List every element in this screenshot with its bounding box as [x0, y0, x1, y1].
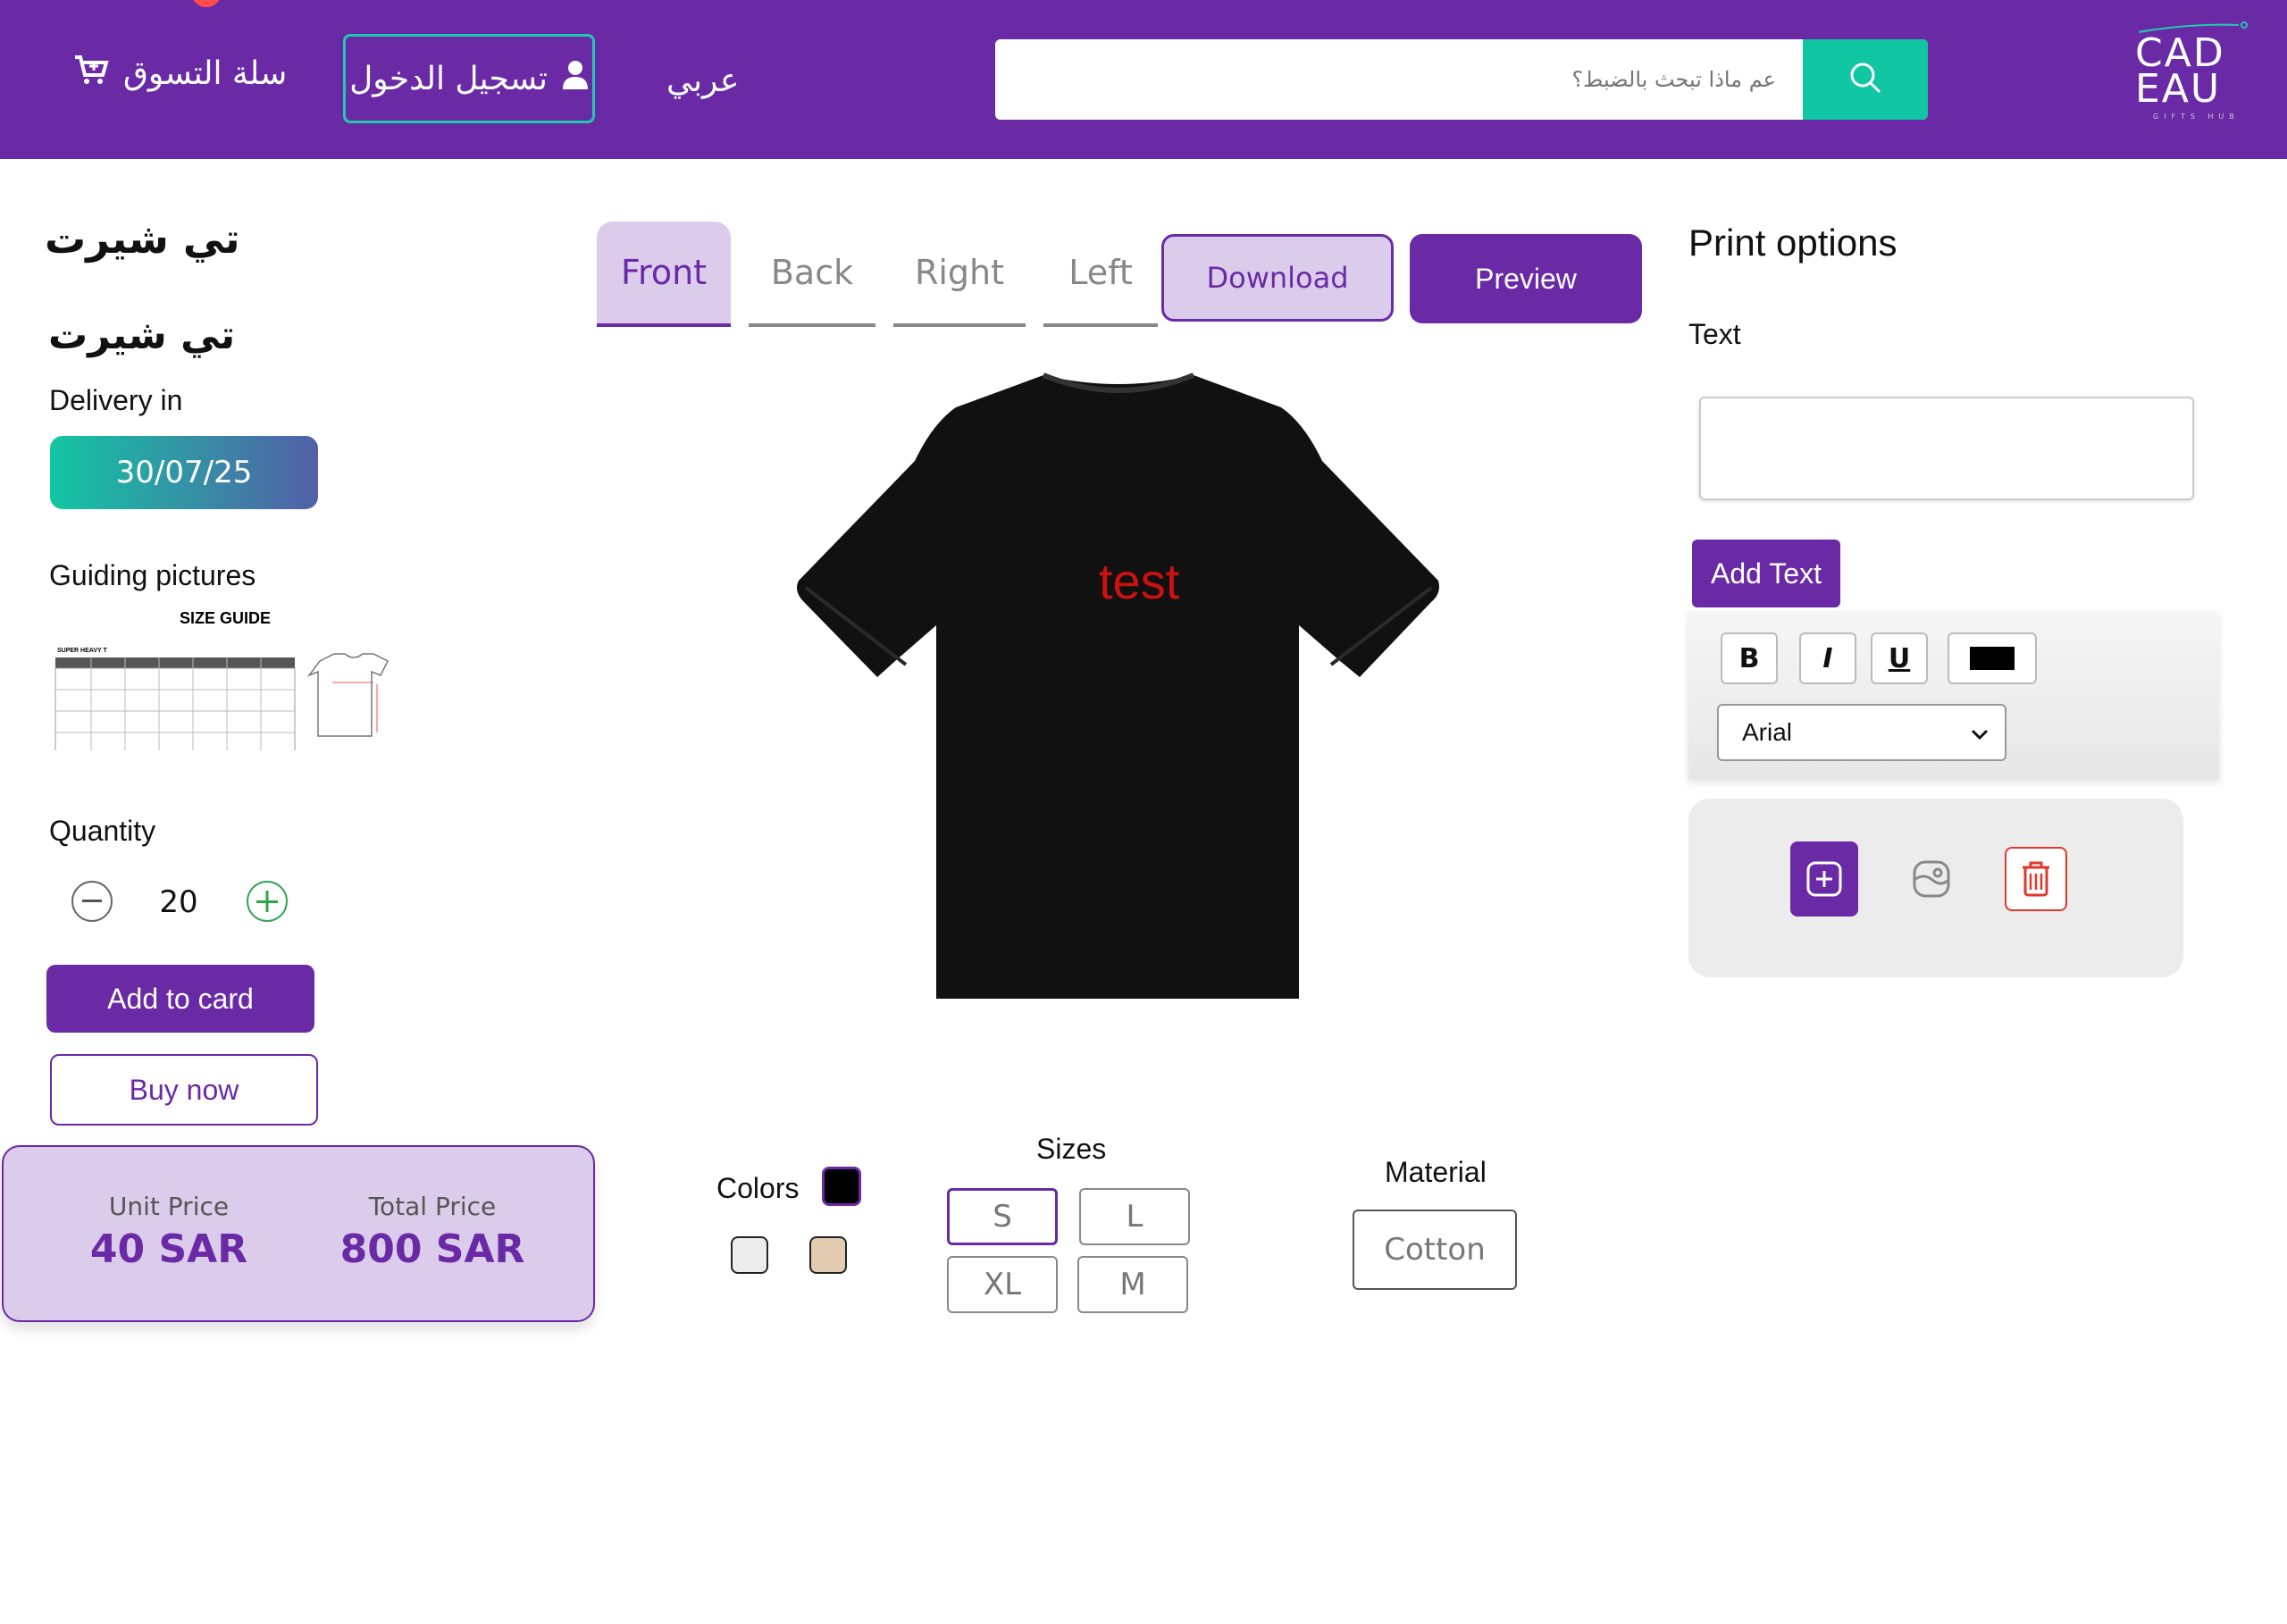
shirt-design-text[interactable]: test — [1099, 552, 1179, 610]
print-text-input[interactable] — [1699, 397, 2194, 500]
total-price-value: 800 SAR — [339, 1226, 525, 1272]
add-text-button[interactable]: Add Text — [1692, 540, 1840, 607]
size-option-m[interactable]: M — [1077, 1256, 1188, 1313]
search-button[interactable] — [1803, 39, 1928, 120]
cart-icon — [73, 54, 109, 94]
size-guide-image[interactable]: SIZE GUIDE SUPER HEAVY T — [54, 607, 407, 755]
total-price: Total Price 800 SAR — [334, 1192, 531, 1272]
tab-back[interactable]: Back — [749, 222, 875, 327]
search-input[interactable] — [995, 39, 1803, 120]
text-color-picker[interactable] — [1948, 632, 2037, 684]
design-tools-panel — [1688, 799, 2183, 977]
material-label: Material — [1385, 1156, 1487, 1188]
trash-icon — [2023, 861, 2049, 897]
download-button[interactable]: Download — [1161, 234, 1394, 322]
color-swatch-beige[interactable] — [809, 1236, 847, 1274]
cart-count-badge: 3 — [191, 0, 222, 7]
underline-button[interactable]: U — [1871, 632, 1928, 684]
font-select-value: Arial — [1742, 718, 1793, 746]
bold-button[interactable]: B — [1721, 632, 1778, 684]
buy-now-button[interactable]: Buy now — [50, 1054, 318, 1126]
tshirt-canvas[interactable] — [792, 370, 1447, 1004]
logo-text-line2: EAU — [2135, 66, 2222, 112]
add-image-icon — [1806, 861, 1842, 897]
colors-label: Colors — [716, 1172, 800, 1204]
color-swatch-black[interactable] — [822, 1167, 861, 1206]
image-layer-button[interactable] — [1897, 841, 1965, 917]
text-color-swatch — [1970, 647, 2015, 670]
tshirt-image — [797, 373, 1439, 999]
add-to-card-button[interactable]: Add to card — [46, 965, 314, 1033]
brand-logo[interactable]: CAD EAU GIFTS HUB — [2135, 21, 2260, 138]
search-bar — [995, 39, 1928, 120]
top-header: سلة التسوق 3 تسجيل الدخول عربي CAD EAU G… — [0, 0, 2287, 159]
image-layer-icon — [1913, 860, 1950, 898]
cart-link[interactable]: سلة التسوق — [73, 54, 287, 94]
total-price-label: Total Price — [368, 1192, 497, 1221]
preview-button[interactable]: Preview — [1410, 234, 1642, 323]
add-image-button[interactable] — [1790, 841, 1858, 917]
unit-price-label: Unit Price — [108, 1192, 230, 1221]
size-option-s[interactable]: S — [947, 1188, 1058, 1245]
user-icon — [562, 60, 589, 98]
quantity-value[interactable]: 20 — [152, 884, 205, 920]
delete-button[interactable] — [2005, 847, 2067, 911]
unit-price-value: 40 SAR — [89, 1226, 248, 1272]
unit-price: Unit Price 40 SAR — [75, 1192, 263, 1272]
delivery-date: 30/07/25 — [50, 436, 318, 509]
quantity-increase-button[interactable] — [247, 881, 288, 922]
chevron-down-icon — [1971, 718, 1989, 747]
product-subtitle: تي شيرت — [48, 313, 236, 358]
login-button[interactable]: تسجيل الدخول — [343, 34, 595, 123]
product-title: تي شيرت — [45, 214, 240, 263]
text-format-panel: B I U Arial — [1688, 611, 2219, 779]
plus-icon — [256, 891, 278, 912]
size-option-xl[interactable]: XL — [947, 1256, 1058, 1313]
sizes-label: Sizes — [1036, 1133, 1107, 1165]
font-select[interactable]: Arial — [1717, 704, 2006, 761]
material-option-cotton[interactable]: Cotton — [1353, 1210, 1517, 1290]
guiding-pictures-label: Guiding pictures — [49, 559, 256, 591]
search-icon — [1847, 60, 1883, 99]
minus-icon — [82, 900, 102, 902]
cart-label: سلة التسوق — [123, 55, 288, 92]
color-swatch-light-gray[interactable] — [731, 1236, 768, 1274]
size-guide-title: SIZE GUIDE — [180, 609, 271, 627]
tab-left[interactable]: Left — [1043, 222, 1158, 327]
size-option-l[interactable]: L — [1079, 1188, 1190, 1245]
tab-right[interactable]: Right — [893, 222, 1026, 327]
quantity-decrease-button[interactable] — [71, 881, 113, 922]
size-guide-graphic: SIZE GUIDE SUPER HEAVY T — [54, 609, 390, 755]
price-summary: Unit Price 40 SAR Total Price 800 SAR — [2, 1145, 595, 1322]
size-guide-table-heading: SUPER HEAVY T — [57, 648, 107, 654]
print-options-title: Print options — [1688, 222, 1897, 264]
quantity-label: Quantity — [49, 815, 156, 847]
logo-tagline: GIFTS HUB — [2153, 113, 2240, 121]
language-switch[interactable]: عربي — [666, 63, 739, 99]
italic-button[interactable]: I — [1799, 632, 1856, 684]
delivery-label: Delivery in — [49, 384, 183, 416]
login-label: تسجيل الدخول — [349, 60, 548, 97]
text-label: Text — [1688, 318, 1741, 350]
tab-front[interactable]: Front — [597, 222, 731, 327]
